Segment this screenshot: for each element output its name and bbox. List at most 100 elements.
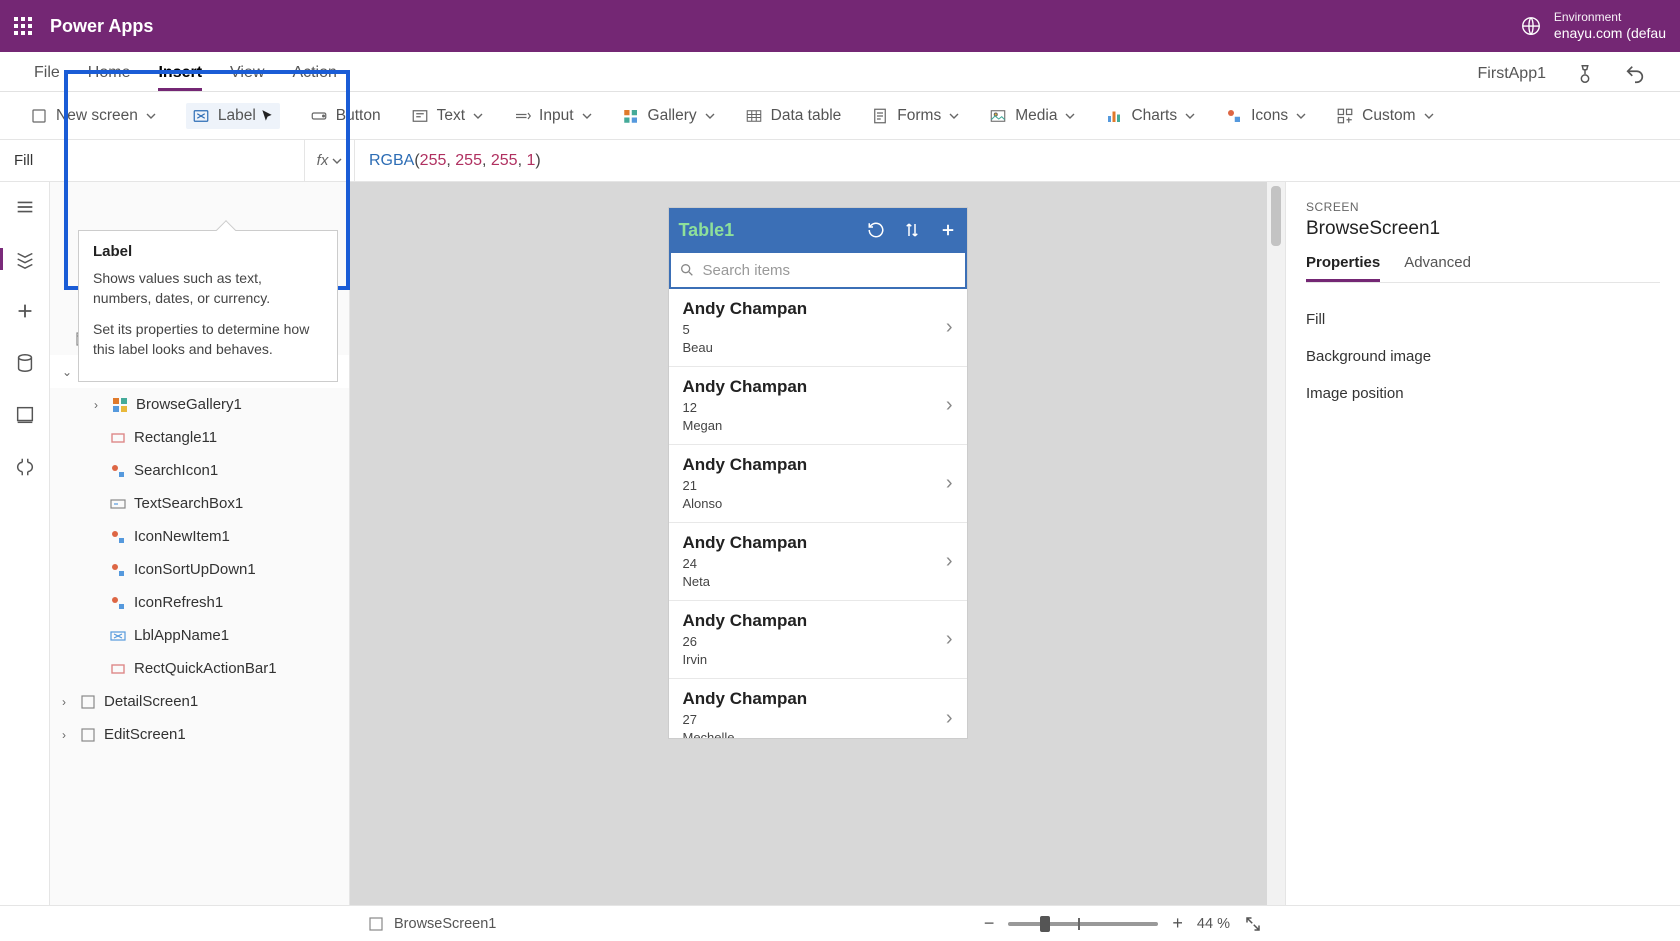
text-dropdown[interactable]: Text	[411, 107, 483, 125]
phone-title: Table1	[679, 220, 735, 241]
tree-lblappname[interactable]: LblAppName1	[50, 619, 349, 652]
menu-tab-action[interactable]: Action	[292, 64, 336, 91]
tree-screen-detail[interactable]: › DetailScreen1	[50, 685, 349, 718]
list-item[interactable]: Andy Champan27Mechelle›	[669, 679, 967, 738]
new-screen-icon	[30, 107, 48, 125]
chevron-right-icon: ›	[946, 394, 953, 417]
menu-tab-home[interactable]: Home	[88, 64, 131, 91]
list-item[interactable]: Andy Champan12Megan›	[669, 367, 967, 445]
tree-iconrefresh[interactable]: IconRefresh1	[50, 586, 349, 619]
advanced-rail-icon[interactable]	[14, 456, 36, 478]
item-name: Andy Champan	[683, 533, 808, 553]
list-item[interactable]: Andy Champan5Beau›	[669, 289, 967, 367]
chevron-right-icon: ›	[94, 398, 104, 412]
insert-rail-icon[interactable]	[14, 300, 36, 322]
menu-tab-view[interactable]: View	[230, 64, 264, 91]
phone-search[interactable]: Search items	[669, 251, 967, 289]
input-dropdown[interactable]: Input	[513, 107, 591, 125]
canvas[interactable]: Table1 Search items Andy Champan5Beau› A…	[350, 182, 1285, 905]
media-dropdown[interactable]: Media	[989, 107, 1075, 125]
tree-iconnewitem[interactable]: IconNewItem1	[50, 520, 349, 553]
phone-list: Andy Champan5Beau› Andy Champan12Megan› …	[669, 289, 967, 738]
chevron-right-icon: ›	[946, 707, 953, 730]
charts-dropdown[interactable]: Charts	[1105, 107, 1195, 125]
hamburger-icon[interactable]	[14, 196, 36, 218]
list-item[interactable]: Andy Champan21Alonso›	[669, 445, 967, 523]
chevron-right-icon: ›	[62, 728, 72, 742]
chevron-down-icon	[582, 111, 592, 121]
property-name: Fill	[14, 152, 33, 169]
chevron-down-icon	[332, 156, 342, 166]
media-icon	[989, 107, 1007, 125]
menu-tab-file[interactable]: File	[34, 64, 60, 91]
data-rail-icon[interactable]	[14, 352, 36, 374]
formula-fn: RGBA	[369, 152, 414, 170]
property-selector[interactable]: Fill	[0, 140, 305, 181]
tree-rectquickaction[interactable]: RectQuickActionBar1	[50, 652, 349, 685]
screen-icon	[80, 694, 96, 710]
tree-view-panel: Label Shows values such as text, numbers…	[50, 182, 350, 905]
props-tab-advanced[interactable]: Advanced	[1404, 254, 1471, 282]
item-num: 27	[683, 711, 808, 729]
chevron-right-icon: ›	[946, 316, 953, 339]
zoom-slider[interactable]	[1008, 922, 1158, 926]
tree-screen-edit[interactable]: › EditScreen1	[50, 718, 349, 751]
phone-preview: Table1 Search items Andy Champan5Beau› A…	[669, 208, 967, 738]
formula-input[interactable]: RGBA(255, 255, 255, 1)	[355, 140, 1680, 181]
gallery-icon	[622, 107, 640, 125]
fx-label: fx	[317, 152, 329, 169]
fx-button[interactable]: fx	[305, 140, 355, 181]
media-rail-icon[interactable]	[14, 404, 36, 426]
gallery-dropdown[interactable]: Gallery	[622, 107, 715, 125]
new-screen-button[interactable]: New screen	[30, 107, 156, 125]
item-sub: Neta	[683, 573, 808, 591]
item-sub: Beau	[683, 339, 808, 357]
button-button[interactable]: Button	[310, 107, 381, 125]
formula-bar: Fill fx RGBA(255, 255, 255, 1)	[0, 140, 1680, 182]
props-tab-properties[interactable]: Properties	[1306, 254, 1380, 282]
data-table-button[interactable]: Data table	[745, 107, 842, 125]
item-sub: Irvin	[683, 651, 808, 669]
item-sub: Mechelle	[683, 729, 808, 738]
tree-textsearchbox[interactable]: TextSearchBox1	[50, 487, 349, 520]
item-name: Andy Champan	[683, 299, 808, 319]
label-button[interactable]: Label	[186, 103, 280, 129]
tree-rect11[interactable]: Rectangle11	[50, 421, 349, 454]
tree-iconsort[interactable]: IconSortUpDown1	[50, 553, 349, 586]
tree-search-icon[interactable]: SearchIcon1	[50, 454, 349, 487]
data-table-label: Data table	[771, 107, 842, 125]
menu-tab-insert[interactable]: Insert	[158, 64, 202, 91]
custom-dropdown[interactable]: Custom	[1336, 107, 1433, 125]
prop-fill[interactable]: Fill	[1306, 301, 1660, 338]
tree-item-label: SearchIcon1	[134, 462, 218, 479]
app-header: Power Apps Environment enayu.com (defau	[0, 0, 1680, 52]
tooltip-line2: Set its properties to determine how this…	[93, 319, 323, 360]
item-name: Andy Champan	[683, 455, 808, 475]
prop-bgimage[interactable]: Background image	[1306, 338, 1660, 375]
fullscreen-icon[interactable]	[1244, 915, 1262, 933]
tree-item-label: Rectangle11	[134, 429, 217, 446]
undo-icon[interactable]	[1624, 63, 1646, 85]
tree-view-icon[interactable]	[0, 248, 36, 270]
zoom-out-button[interactable]: −	[984, 913, 995, 934]
canvas-scrollbar[interactable]	[1267, 182, 1285, 905]
prop-imgpos[interactable]: Image position	[1306, 375, 1660, 412]
waffle-icon[interactable]	[14, 17, 32, 35]
forms-dropdown[interactable]: Forms	[871, 107, 959, 125]
sort-icon[interactable]	[903, 221, 921, 239]
list-item[interactable]: Andy Champan26Irvin›	[669, 601, 967, 679]
tree-gallery[interactable]: › BrowseGallery1	[50, 388, 349, 421]
input-label: Input	[539, 107, 573, 125]
tooltip-title: Label	[93, 243, 323, 260]
tree-item-label: IconSortUpDown1	[134, 561, 256, 578]
zoom-in-button[interactable]: +	[1172, 913, 1183, 934]
new-screen-label: New screen	[56, 107, 138, 125]
app-checker-icon[interactable]	[1574, 63, 1596, 85]
list-item[interactable]: Andy Champan24Neta›	[669, 523, 967, 601]
insert-ribbon: New screen Label Button Text Input Galle…	[0, 92, 1680, 140]
refresh-icon[interactable]	[867, 221, 885, 239]
item-name: Andy Champan	[683, 611, 808, 631]
app-name-label[interactable]: FirstApp1	[1478, 65, 1546, 83]
icons-dropdown[interactable]: Icons	[1225, 107, 1306, 125]
add-icon[interactable]	[939, 221, 957, 239]
